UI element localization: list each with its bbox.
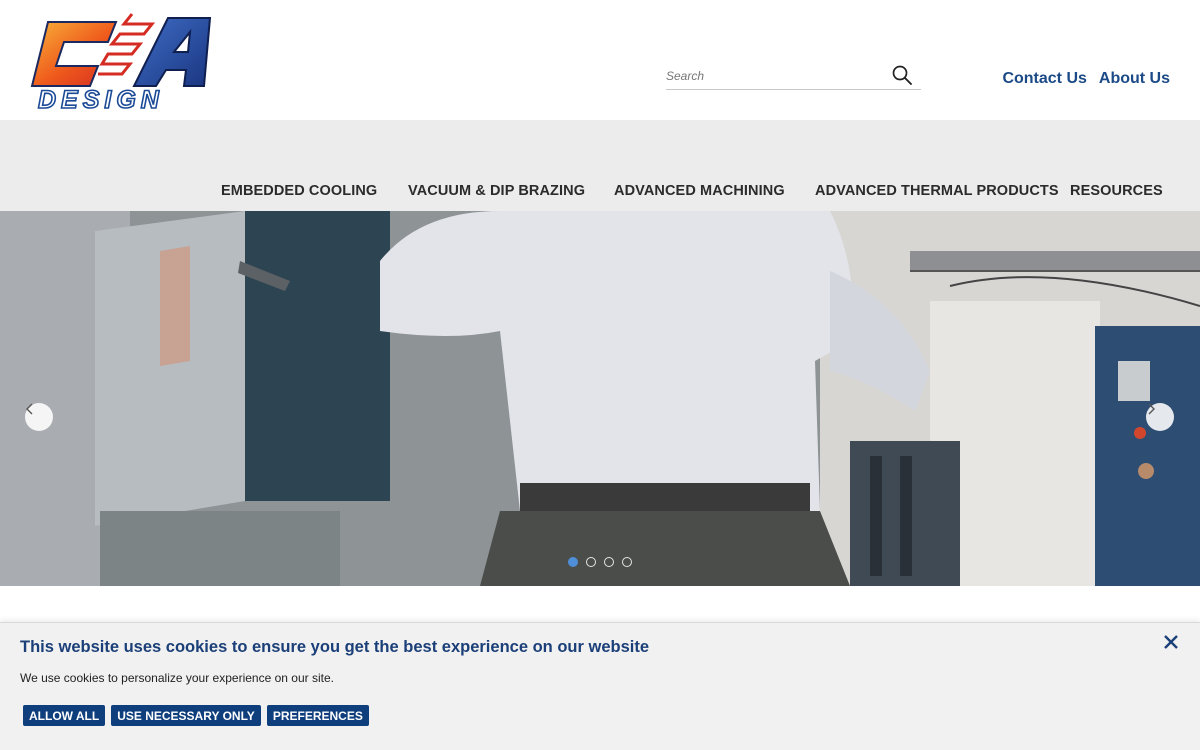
slider-dots (568, 557, 632, 567)
nav-item-vacuum-dip-brazing[interactable]: VACUUM & DIP BRAZING (408, 183, 585, 199)
cookie-title: This website uses cookies to ensure you … (20, 638, 650, 656)
nav-item-advanced-machining[interactable]: ADVANCED MACHINING (614, 183, 785, 199)
slider-dot-2[interactable] (586, 557, 596, 567)
svg-text:DESIGN: DESIGN (38, 86, 164, 114)
top-links: Contact Us About Us (1002, 70, 1170, 88)
cookie-banner: This website uses cookies to ensure you … (0, 622, 1200, 750)
main-nav-band: EMBEDDED COOLING VACUUM & DIP BRAZING AD… (0, 120, 1200, 211)
slider-next-button[interactable] (1146, 403, 1174, 431)
search-icon[interactable] (891, 64, 913, 86)
search-box (666, 62, 921, 90)
slider-dot-1[interactable] (568, 557, 578, 567)
cookie-description: We use cookies to personalize your exper… (20, 671, 334, 685)
hero-image (0, 211, 1200, 586)
close-icon[interactable] (1160, 631, 1182, 653)
cookie-actions: ALLOW ALL USE NECESSARY ONLY PREFERENCES (23, 705, 369, 726)
preferences-button[interactable]: PREFERENCES (266, 705, 369, 726)
slider-prev-button[interactable] (25, 403, 53, 431)
nav-item-embedded-cooling[interactable]: EMBEDDED COOLING (221, 183, 377, 199)
search-input[interactable] (666, 66, 886, 86)
logo[interactable]: DESIGN (28, 10, 214, 115)
chevron-left-icon (26, 403, 33, 415)
contact-us-link[interactable]: Contact Us (1002, 70, 1086, 88)
slider-dot-3[interactable] (604, 557, 614, 567)
hero-slider (0, 211, 1200, 586)
chevron-right-icon (1148, 403, 1155, 415)
allow-all-button[interactable]: ALLOW ALL (23, 705, 106, 726)
about-us-link[interactable]: About Us (1099, 70, 1170, 88)
nav-item-resources[interactable]: RESOURCES (1070, 183, 1163, 199)
use-necessary-only-button[interactable]: USE NECESSARY ONLY (111, 705, 261, 726)
nav-item-advanced-thermal-products[interactable]: ADVANCED THERMAL PRODUCTS (815, 183, 1059, 199)
site-header: DESIGN Contact Us About Us (0, 0, 1200, 120)
slider-dot-4[interactable] (622, 557, 632, 567)
